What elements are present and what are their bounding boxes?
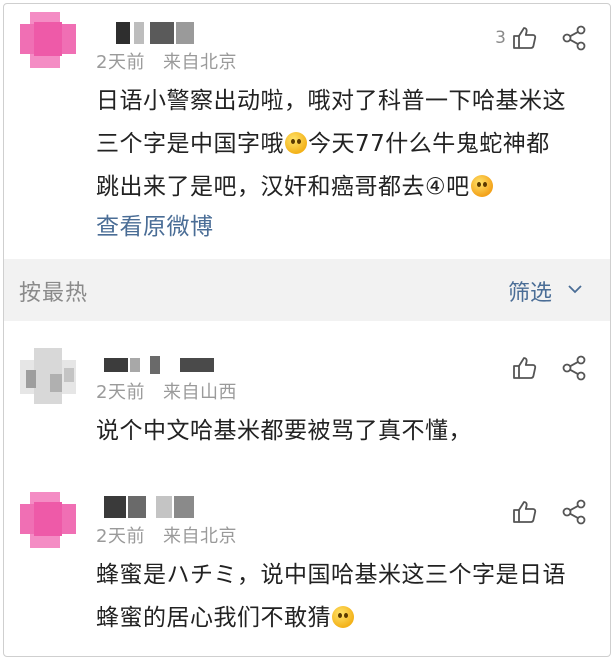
- filter-label: 筛选: [507, 281, 552, 306]
- view-original-link[interactable]: 查看原微博: [96, 207, 214, 241]
- comment-text: 日语小警察出动啦，哦对了科普一下哈基米这 三个字是中国字哦 今天77什么牛鬼蛇神都…: [96, 80, 596, 209]
- comment-text: 说个中文哈基米都要被骂了真不懂，: [96, 410, 596, 453]
- comment-line: 说个中文哈基米都要被骂了真不懂，: [96, 418, 472, 444]
- blush-emoji-icon: [470, 175, 493, 197]
- sort-bar: 按最热 筛选: [4, 259, 610, 321]
- comments-panel: 2天前 来自北京 3 日语小警察出动啦，哦对了科普一下哈基米这 三个字是中国字哦今…: [3, 3, 611, 657]
- sort-hot-button[interactable]: 按最热: [19, 275, 88, 307]
- text-segment: 今天77什么牛鬼蛇神都: [308, 131, 550, 157]
- comment-line: 日语小警察出动啦，哦对了科普一下哈基米这: [96, 88, 566, 114]
- comment-actions: [510, 354, 588, 382]
- comment-text: 蜂蜜是ハチミ，说中国哈基米这三个字是日语 蜂蜜的居心我们不敢猜: [96, 554, 596, 640]
- filter-button[interactable]: 筛选: [508, 275, 584, 307]
- comment-location: 来自山西: [162, 382, 237, 403]
- text-segment: 蜂蜜的居心我们不敢猜: [96, 605, 331, 631]
- share-icon[interactable]: [560, 24, 588, 52]
- avatar[interactable]: [20, 492, 76, 548]
- avatar[interactable]: [20, 12, 76, 68]
- thumbs-up-icon[interactable]: [510, 354, 538, 382]
- comment-line: 跳出来了是吧，汉奸和癌哥都去④吧: [96, 166, 596, 209]
- thumbs-up-icon[interactable]: [510, 498, 538, 526]
- comment-line: 蜂蜜的居心我们不敢猜: [96, 597, 596, 640]
- comment-meta: 2天前 来自北京: [96, 48, 237, 74]
- comment-line: 蜂蜜是ハチミ，说中国哈基米这三个字是日语: [96, 562, 566, 588]
- comment-time: 2天前: [96, 52, 145, 73]
- like-count: 3: [495, 28, 506, 48]
- comment-actions: [510, 498, 588, 526]
- comment-location: 来自北京: [162, 526, 237, 547]
- comment-time: 2天前: [96, 526, 145, 547]
- share-icon[interactable]: [560, 354, 588, 382]
- text-segment: 三个字是中国字哦: [96, 131, 284, 157]
- comment-time: 2天前: [96, 382, 145, 403]
- comment-meta: 2天前 来自北京: [96, 522, 237, 548]
- smirk-emoji-icon: [332, 606, 354, 628]
- share-icon[interactable]: [560, 498, 588, 526]
- comment-line: 三个字是中国字哦 今天77什么牛鬼蛇神都: [96, 123, 596, 166]
- smirk-emoji-icon: [285, 132, 307, 154]
- avatar[interactable]: [20, 348, 76, 404]
- thumbs-up-icon[interactable]: [510, 24, 538, 52]
- comment-location: 来自北京: [162, 52, 237, 73]
- comment-actions: 3: [495, 24, 588, 52]
- text-segment: 跳出来了是吧，汉奸和癌哥都去④吧: [96, 174, 470, 200]
- comment-meta: 2天前 来自山西: [96, 378, 237, 404]
- chevron-down-icon: [566, 279, 584, 304]
